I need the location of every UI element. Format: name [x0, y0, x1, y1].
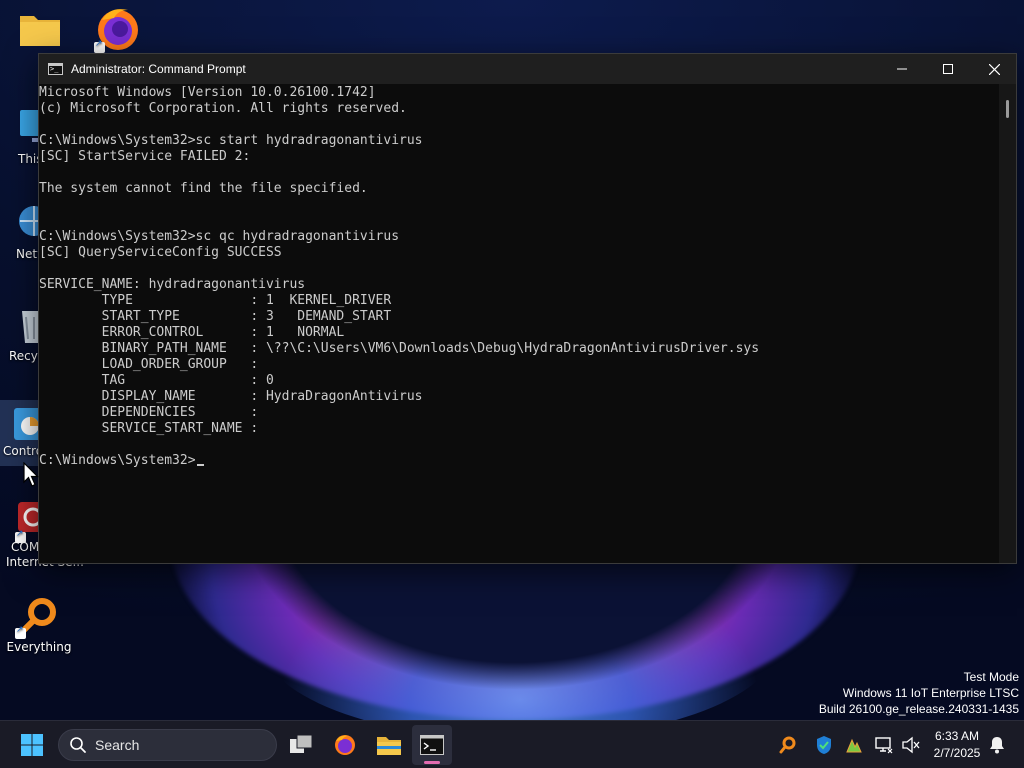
watermark-line: Windows 11 IoT Enterprise LTSC [842, 686, 1019, 700]
defender-icon [817, 736, 831, 754]
volume-muted-icon [902, 736, 920, 754]
tray-network-button[interactable] [869, 725, 899, 765]
taskbar-file-explorer-button[interactable] [369, 725, 409, 765]
taskbar-terminal-button[interactable] [412, 725, 452, 765]
notifications-button[interactable] [986, 725, 1008, 765]
start-icon [21, 734, 43, 756]
console-prompt: C:\Windows\System32> [39, 453, 196, 468]
bell-icon [990, 737, 1004, 754]
console-line: (c) Microsoft Corporation. All rights re… [39, 101, 407, 116]
scrollbar-thumb[interactable] [1006, 100, 1009, 118]
taskbar: Search 6:33 AM 2/7/2025 [0, 720, 1024, 768]
start-button[interactable] [12, 725, 52, 765]
maximize-icon [943, 64, 953, 74]
tray-everything-button[interactable] [777, 725, 799, 765]
tray-comodo-button[interactable] [839, 725, 869, 765]
console-line: Microsoft Windows [Version 10.0.26100.17… [39, 85, 376, 100]
command-prompt-icon [48, 63, 63, 75]
console-line: SERVICE_START_NAME : [39, 421, 259, 436]
console-line: DISPLAY_NAME : HydraDragonAntivirus [39, 389, 423, 404]
window-title: Administrator: Command Prompt [71, 62, 246, 76]
desktop-icon-label: Everything [6, 640, 72, 654]
command-prompt-window[interactable]: Administrator: Command Prompt Microsoft … [38, 53, 1017, 564]
file-explorer-icon [377, 737, 401, 755]
shortcut-arrow-icon [15, 529, 26, 543]
console-line: BINARY_PATH_NAME : \??\C:\Users\VM6\Down… [39, 341, 760, 356]
console-line: LOAD_ORDER_GROUP : [39, 357, 259, 372]
desktop-icon-everything[interactable]: Everything [0, 596, 80, 655]
watermark-line: Test Mode [963, 670, 1019, 684]
console-line: ERROR_CONTROL : 1 NORMAL [39, 325, 345, 340]
text-cursor [196, 464, 204, 466]
console-line: TYPE : 1 KERNEL_DRIVER [39, 293, 392, 308]
console-line: [SC] QueryServiceConfig SUCCESS [39, 245, 282, 260]
everything-tray-icon [779, 736, 796, 754]
console-line: TAG : 0 [39, 373, 274, 388]
taskbar-firefox-button[interactable] [325, 725, 365, 765]
watermark-line: Build 26100.ge_release.240331-1435 [818, 702, 1019, 716]
clock-date: 2/7/2025 [933, 746, 981, 760]
maximize-button[interactable] [925, 54, 971, 84]
task-view-icon [290, 734, 313, 753]
minimize-button[interactable] [879, 54, 925, 84]
console-line: C:\Windows\System32>sc qc hydradragonant… [39, 229, 400, 244]
console-line: C:\Windows\System32>sc start hydradragon… [39, 133, 423, 148]
minimize-icon [897, 68, 907, 70]
tray-volume-button[interactable] [899, 725, 923, 765]
console-output[interactable]: Microsoft Windows [Version 10.0.26100.17… [39, 84, 1001, 563]
taskbar-search-box[interactable]: Search [58, 729, 277, 761]
tray-defender-button[interactable] [809, 725, 839, 765]
comodo-tray-icon [846, 738, 862, 753]
console-line: [SC] StartService FAILED 2: [39, 149, 251, 164]
search-icon [70, 737, 86, 753]
terminal-icon [420, 735, 444, 755]
console-line: The system cannot find the file specifie… [39, 181, 368, 196]
close-icon [988, 63, 1000, 75]
console-scrollbar[interactable] [999, 84, 1016, 563]
clock-time: 6:33 AM [934, 729, 980, 743]
task-view-button[interactable] [281, 725, 321, 765]
test-mode-watermark: Test Mode Windows 11 IoT Enterprise LTSC… [819, 669, 1019, 717]
taskbar-clock[interactable]: 6:33 AM 2/7/2025 [922, 728, 992, 762]
console-line: SERVICE_NAME: hydradragonantivirus [39, 277, 306, 292]
shortcut-arrow-icon [15, 625, 26, 639]
desktop-icon-firefox[interactable] [78, 6, 158, 56]
system-tray [777, 721, 923, 768]
console-line: DEPENDENCIES : [39, 405, 259, 420]
shortcut-arrow-icon [94, 39, 105, 53]
search-placeholder: Search [95, 737, 140, 753]
firefox-icon [335, 735, 355, 755]
network-icon [875, 737, 893, 754]
folder-icon [20, 16, 60, 46]
mouse-pointer-icon [23, 462, 39, 487]
console-line: START_TYPE : 3 DEMAND_START [39, 309, 392, 324]
close-button[interactable] [971, 54, 1017, 84]
active-app-indicator [424, 761, 440, 764]
window-titlebar[interactable]: Administrator: Command Prompt [39, 54, 1016, 84]
console-prompt-line[interactable]: C:\Windows\System32> [39, 453, 1001, 469]
